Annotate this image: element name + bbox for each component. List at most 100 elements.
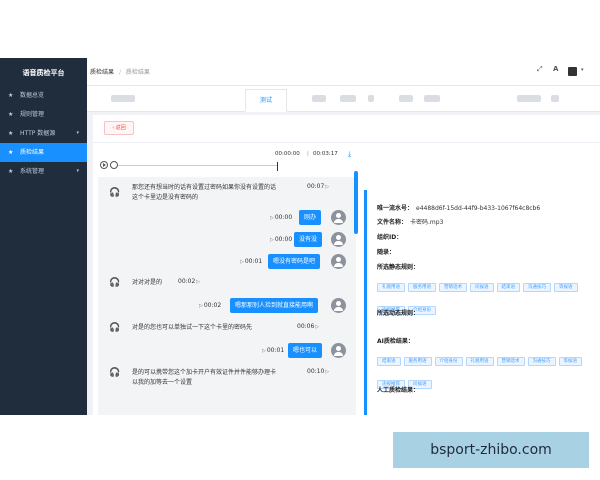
- org-row: 组织ID：: [377, 234, 403, 241]
- detail-panel: ‹ 返回 00:00:00 | 00:03:17 ⤓ 🎧 那您还有想当时的话有设…: [93, 115, 600, 415]
- chevron-down-icon[interactable]: ▾: [581, 67, 584, 73]
- tab-blurred[interactable]: [424, 95, 440, 102]
- tab-blurred[interactable]: [517, 95, 541, 102]
- breadcrumb-current: 质检结果: [125, 69, 150, 76]
- headset-icon: 🎧: [109, 368, 121, 378]
- filename-value: 卡密码.mp3: [410, 219, 444, 226]
- tab-blurred[interactable]: [399, 95, 413, 102]
- message-text: 那您还有想当时的话有设置过密码如果你没有设置的话: [132, 184, 277, 191]
- top-header: 质检结果 / 质检结果 ⤢ A ▾: [87, 58, 600, 86]
- message-duration: 00:06▷: [297, 323, 320, 330]
- tab-blurred[interactable]: [111, 95, 135, 102]
- record-row: 随录：: [377, 249, 396, 256]
- agent-message: 嗯也可以: [288, 343, 323, 358]
- rule-tag[interactable]: 等候语: [554, 283, 578, 292]
- filename-row: 文件名称： 卡密码.mp3: [377, 219, 444, 226]
- sidebar-item-overview[interactable]: ★ 数据总览: [0, 86, 87, 105]
- playhead-marker: [277, 162, 278, 171]
- message-text: 对是的您也可以单独试一下这个卡里的密码先: [132, 324, 253, 331]
- sidebar: 语音质检平台 ★ 数据总览 ★ 规则管理 ★ HTTP 数据源 ▾ ★ 质检结果…: [0, 58, 87, 415]
- tab-blurred[interactable]: [551, 95, 559, 102]
- sidebar-item-label: 规则管理: [20, 111, 45, 118]
- app-window: 语音质检平台 ★ 数据总览 ★ 规则管理 ★ HTTP 数据源 ▾ ★ 质检结果…: [0, 58, 600, 415]
- result-tag[interactable]: 介绍身份: [434, 357, 463, 366]
- breadcrumb-item[interactable]: 质检结果: [90, 69, 114, 76]
- font-size-icon[interactable]: A: [553, 65, 558, 73]
- agent-message: 嗯那那别人捡到就直接能用啊: [230, 298, 319, 313]
- play-icon[interactable]: ▷: [315, 324, 319, 330]
- result-tag[interactable]: 结束语: [377, 357, 401, 366]
- message-duration: 00:02▷: [178, 278, 201, 285]
- message-duration: ▷00:01: [262, 347, 285, 354]
- rule-tag[interactable]: 问候语: [470, 283, 494, 292]
- sidebar-item-http-source[interactable]: ★ HTTP 数据源 ▾: [0, 124, 87, 143]
- serial-row: 唯一流水号： e4488d6f-15dd-44f9-b433-1067f64c8c…: [377, 205, 541, 212]
- rule-tag[interactable]: 结束语: [496, 283, 520, 292]
- chevron-down-icon: ▾: [76, 168, 79, 174]
- play-icon[interactable]: ▷: [325, 184, 329, 190]
- progress-track[interactable]: [118, 165, 278, 166]
- result-tag[interactable]: 礼貌用语: [465, 357, 494, 366]
- play-icon[interactable]: [100, 161, 108, 169]
- transcript-list: 🎧 那您还有想当时的话有设置过密码如果你没有设置的话 这个卡里边是没有密码的 0…: [98, 177, 356, 415]
- sidebar-item-label: 质检结果: [20, 149, 45, 156]
- star-icon: ★: [8, 149, 14, 156]
- agent-message: 嗯没有密码是吧: [268, 254, 321, 269]
- play-icon[interactable]: ▷: [199, 303, 203, 309]
- message-text: 这个卡里边是没有密码的: [132, 194, 199, 201]
- avatar: [331, 254, 346, 269]
- star-icon: ★: [8, 168, 14, 175]
- scrollbar-thumb[interactable]: [354, 171, 358, 234]
- rule-tag[interactable]: 服务用语: [408, 283, 436, 292]
- back-button[interactable]: ‹ 返回: [104, 121, 134, 135]
- download-icon[interactable]: ⤓: [348, 150, 351, 159]
- result-tag[interactable]: 沟通技巧: [527, 357, 556, 366]
- total-time: 00:03:17: [313, 151, 338, 157]
- tab-blurred[interactable]: [312, 95, 326, 102]
- rule-tag[interactable]: 礼貌用语: [377, 283, 405, 292]
- agent-message: 没有没: [294, 232, 323, 247]
- result-tag[interactable]: 等候语: [558, 357, 582, 366]
- sidebar-item-rules[interactable]: ★ 规则管理: [0, 105, 87, 124]
- play-icon[interactable]: ▷: [262, 348, 266, 354]
- sidebar-item-label: 数据总览: [20, 92, 45, 99]
- tab-blurred[interactable]: [340, 95, 356, 102]
- play-icon[interactable]: ▷: [240, 259, 244, 265]
- play-icon[interactable]: ▷: [325, 369, 329, 375]
- sidebar-item-label: 系统管理: [20, 168, 45, 175]
- message-duration: 00:07▷: [307, 183, 330, 190]
- progress-handle[interactable]: [110, 161, 118, 169]
- star-icon: ★: [8, 111, 14, 118]
- watermark: bsport-zhibo.com: [393, 432, 589, 468]
- message-duration: ▷00:00: [270, 214, 293, 221]
- tab-blurred[interactable]: [368, 95, 374, 102]
- result-tag[interactable]: 服务用语: [403, 357, 432, 366]
- chevron-down-icon: ▾: [76, 130, 79, 136]
- sidebar-item-qc-results[interactable]: ★ 质检结果: [0, 143, 87, 162]
- play-icon[interactable]: ▷: [270, 237, 274, 243]
- breadcrumb: 质检结果 / 质检结果: [90, 69, 150, 76]
- time-separator: |: [307, 151, 309, 157]
- agent-message: 刚办: [299, 210, 322, 225]
- avatar: [331, 343, 346, 358]
- sidebar-item-system[interactable]: ★ 系统管理 ▾: [0, 162, 87, 181]
- play-icon[interactable]: ▷: [270, 215, 274, 221]
- message-text: 以我的加等去一个设置: [132, 379, 193, 386]
- play-icon[interactable]: ▷: [196, 279, 200, 285]
- dynamic-rules-label: 所选动态规则：: [377, 310, 420, 317]
- ai-result-label: AI质检结果：: [377, 338, 414, 345]
- user-avatar-icon[interactable]: [568, 67, 577, 76]
- tabs-bar: 测试: [87, 86, 600, 112]
- rule-tag[interactable]: 营销话术: [439, 283, 467, 292]
- avatar: [331, 210, 346, 225]
- headset-icon: 🎧: [109, 278, 121, 288]
- result-tag[interactable]: 营销话术: [496, 357, 525, 366]
- serial-value: e4488d6f-15dd-44f9-b433-1067f64c8cb6: [416, 205, 541, 212]
- star-icon: ★: [8, 130, 14, 137]
- rule-tag[interactable]: 沟通技巧: [523, 283, 551, 292]
- message-text: 对对对是的: [132, 279, 163, 286]
- headset-icon: 🎧: [109, 188, 121, 198]
- tab-test[interactable]: 测试: [245, 89, 287, 112]
- current-time: 00:00:00: [275, 151, 300, 157]
- fullscreen-icon[interactable]: ⤢: [537, 65, 543, 74]
